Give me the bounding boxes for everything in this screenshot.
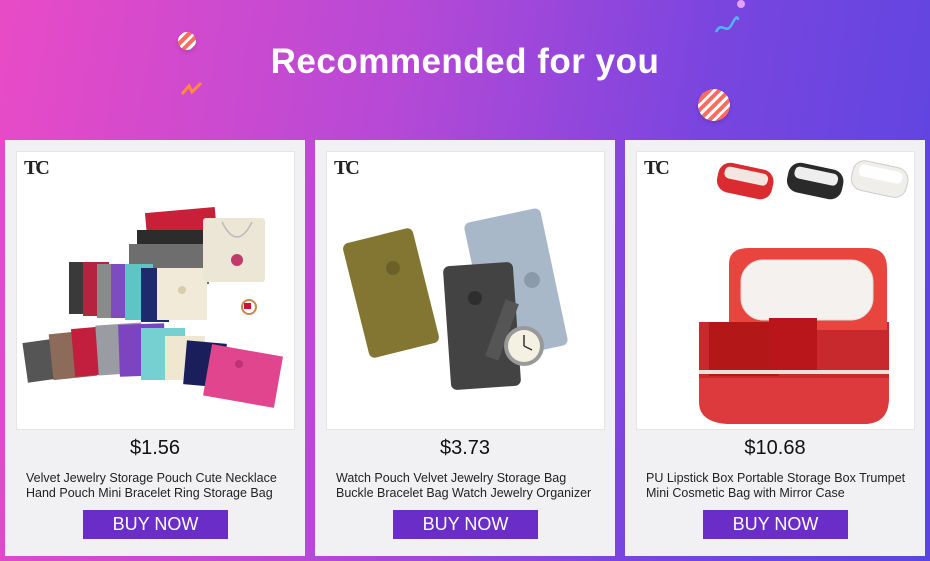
watch-pouches-illustration: [343, 208, 568, 390]
product-card[interactable]: TC $1.56 Velvet Jewelry Storage Pouch Cu…: [5, 140, 305, 556]
product-price: $3.73: [439, 437, 491, 459]
product-title[interactable]: Watch Pouch Velvet Jewelry Storage Bag B…: [336, 471, 596, 501]
buy-now-button[interactable]: BUY NOW: [83, 510, 228, 539]
product-image[interactable]: TC: [16, 151, 295, 430]
brand-logo: TC: [334, 157, 360, 179]
product-image[interactable]: TC: [636, 151, 915, 430]
decor-striped-ball: [698, 89, 730, 121]
velvet-pouches-illustration: [22, 207, 283, 408]
product-price: $10.68: [744, 437, 806, 459]
buy-now-button[interactable]: BUY NOW: [393, 510, 538, 539]
product-card[interactable]: TC $10.68 PU Lipstick Box Portable Stora…: [625, 140, 925, 556]
product-card[interactable]: TC $3.73 Watch Pouch Velvet Jewelry Stor…: [315, 140, 615, 556]
page-title: Recommended for you: [270, 42, 660, 81]
decor-squiggle-icon: [714, 16, 740, 36]
lipstick-box-illustration: [699, 160, 909, 424]
brand-logo: TC: [644, 157, 670, 179]
brand-logo: TC: [24, 157, 50, 179]
product-title[interactable]: Velvet Jewelry Storage Pouch Cute Neckla…: [26, 471, 286, 501]
decor-dot-icon: [737, 0, 745, 8]
buy-now-button[interactable]: BUY NOW: [703, 510, 848, 539]
decor-zigzag-icon: [180, 80, 204, 98]
product-price: $1.56: [129, 437, 181, 459]
product-title[interactable]: PU Lipstick Box Portable Storage Box Tru…: [646, 471, 906, 501]
product-image[interactable]: TC: [326, 151, 605, 430]
